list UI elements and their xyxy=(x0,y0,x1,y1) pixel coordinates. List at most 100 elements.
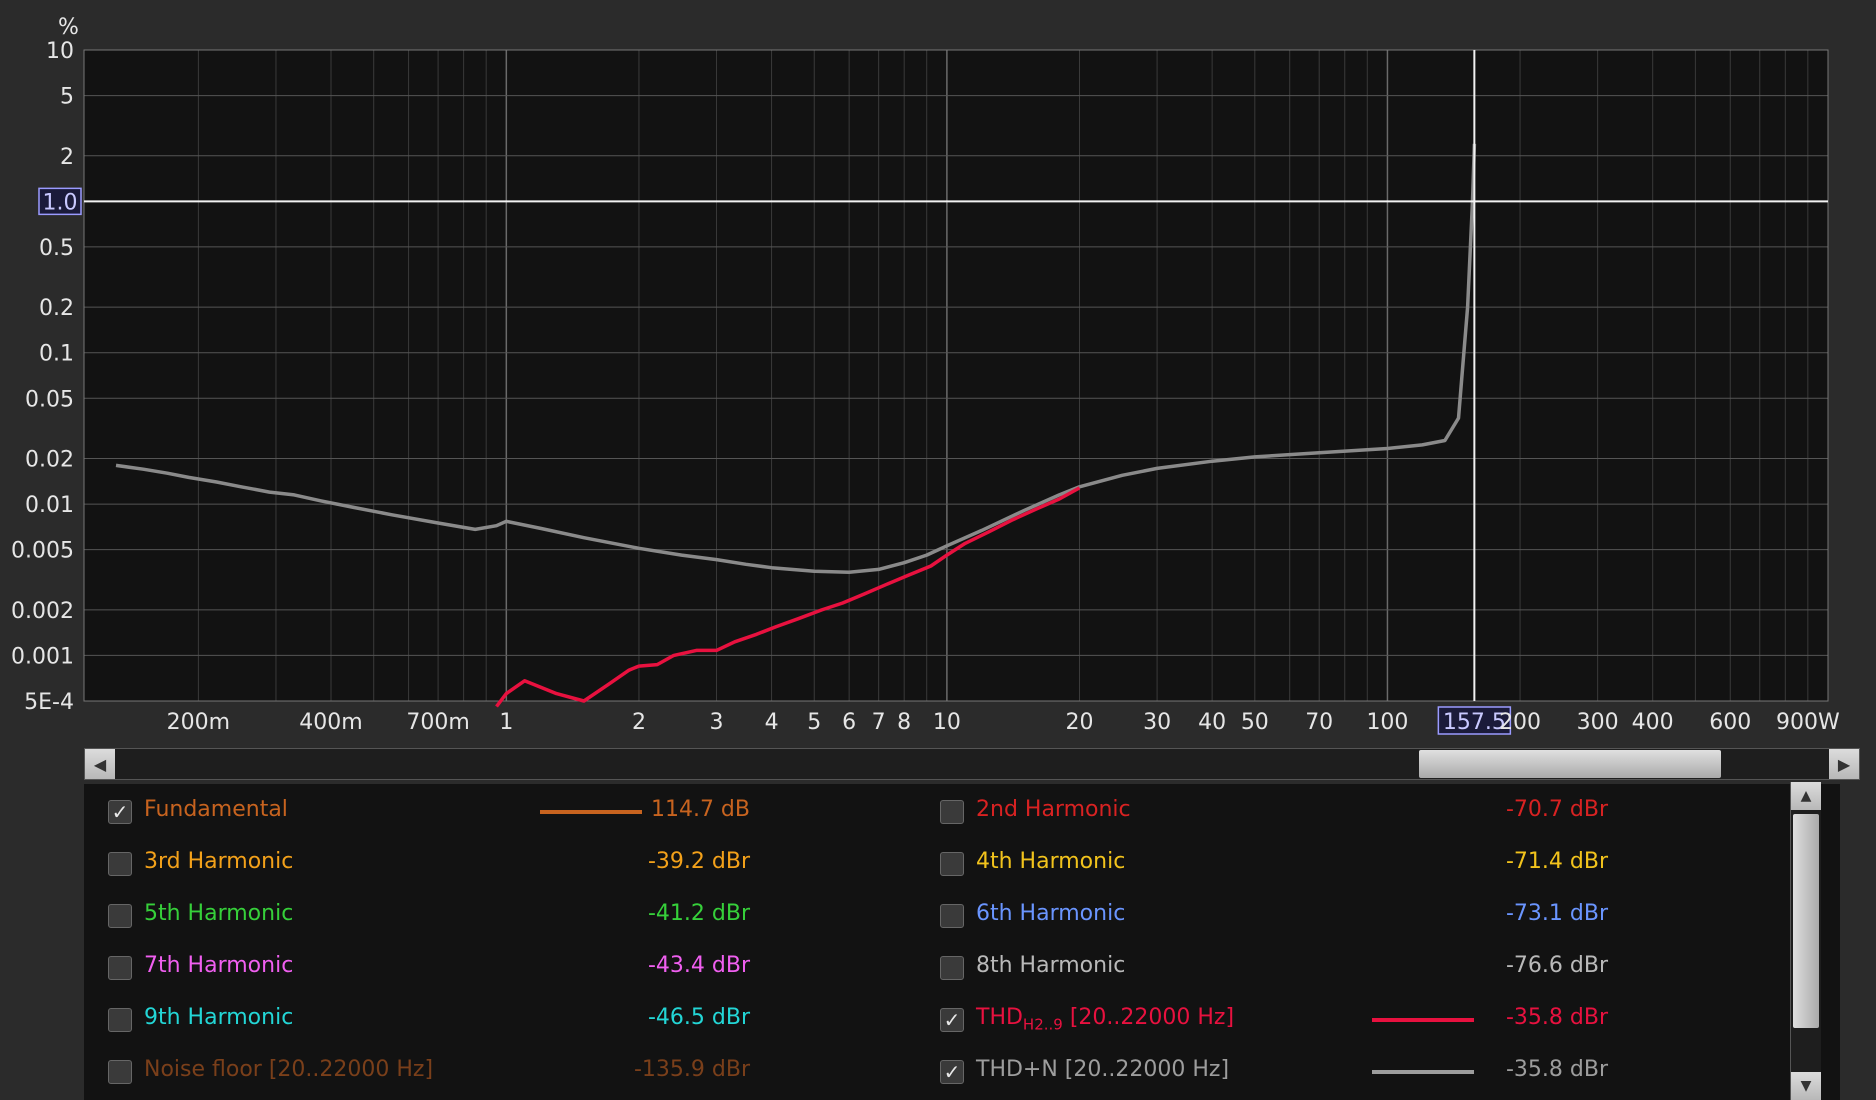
x-tick-label: 700m xyxy=(406,710,469,735)
scroll-up-button[interactable]: ▲ xyxy=(1791,782,1821,810)
scroll-left-button[interactable]: ◀ xyxy=(85,749,115,779)
legend-checkbox[interactable]: ✓ xyxy=(940,1008,964,1032)
scroll-thumb[interactable] xyxy=(1419,750,1721,778)
legend-label: 6th Harmonic xyxy=(976,901,1126,926)
arrow-down-icon: ▼ xyxy=(1800,1078,1812,1094)
legend-item[interactable]: ✓ THDH2..9 [20..22000 Hz] -35.8 dBr xyxy=(916,994,1736,1046)
y-tick-label: 5E-4 xyxy=(24,690,74,715)
legend-label-main: THD xyxy=(976,1005,1023,1030)
legend-checkbox[interactable] xyxy=(108,956,132,980)
legend-item[interactable]: 8th Harmonic -76.6 dBr xyxy=(916,942,1736,994)
distortion-chart[interactable]: 1.0 157.5 10 5 2 0.5 0.2 0.1 0.05 0.02 0.01 0.005 0… xyxy=(0,0,1876,745)
arrow-right-icon: ▶ xyxy=(1837,754,1851,774)
legend-value: -35.8 dBr xyxy=(1505,1057,1608,1082)
scroll-down-button[interactable]: ▼ xyxy=(1791,1072,1821,1100)
legend-label: 2nd Harmonic xyxy=(976,797,1131,822)
x-tick-label: 2 xyxy=(632,710,646,735)
legend-checkbox[interactable] xyxy=(108,904,132,928)
legend-checkbox[interactable]: ✓ xyxy=(940,1060,964,1084)
x-tick-label: 400 xyxy=(1632,710,1674,735)
x-tick-label: 50 xyxy=(1241,710,1269,735)
legend-value: -135.9 dBr xyxy=(633,1057,750,1082)
legend-checkbox[interactable] xyxy=(108,1060,132,1084)
legend-label: Noise floor [20..22000 Hz] xyxy=(144,1057,434,1082)
legend-value: 114.7 dB xyxy=(650,797,750,822)
legend-checkbox[interactable] xyxy=(940,800,964,824)
legend-item[interactable]: ✓ THD+N [20..22000 Hz] -35.8 dBr xyxy=(916,1046,1736,1098)
legend-scroll-thumb[interactable] xyxy=(1793,814,1819,1028)
legend-checkbox[interactable] xyxy=(108,852,132,876)
x-tick-label: 6 xyxy=(842,710,856,735)
x-tick-label: 600 xyxy=(1709,710,1751,735)
arrow-up-icon: ▲ xyxy=(1800,788,1812,804)
legend-label: 7th Harmonic xyxy=(144,953,294,978)
legend-item[interactable]: 9th Harmonic -46.5 dBr xyxy=(84,994,904,1046)
x-tick-label: 5 xyxy=(807,710,821,735)
legend-label: 8th Harmonic xyxy=(976,953,1126,978)
horizontal-scrollbar[interactable]: ◀ ▶ xyxy=(84,748,1860,780)
legend-item[interactable]: Noise floor [20..22000 Hz] -135.9 dBr xyxy=(84,1046,904,1098)
x-tick-label: 1 xyxy=(499,710,513,735)
legend-value: -73.1 dBr xyxy=(1505,901,1608,926)
legend-checkbox[interactable] xyxy=(940,904,964,928)
y-tick-label: 0.01 xyxy=(25,493,74,518)
legend-line-swatch xyxy=(1372,1018,1474,1022)
legend-label: 3rd Harmonic xyxy=(144,849,294,874)
legend-vertical-scrollbar[interactable]: ▲ ▼ xyxy=(1790,782,1821,1100)
legend-item[interactable]: 4th Harmonic -71.4 dBr xyxy=(916,838,1736,890)
y-tick-label: 0.002 xyxy=(11,599,74,624)
x-tick-label: 900W xyxy=(1776,710,1840,735)
x-tick-label: 3 xyxy=(710,710,724,735)
legend-item[interactable]: 5th Harmonic -41.2 dBr xyxy=(84,890,904,942)
legend-label-subscript: H2..9 xyxy=(1022,1015,1063,1034)
legend-value: -39.2 dBr xyxy=(647,849,750,874)
legend-value: -35.8 dBr xyxy=(1505,1005,1608,1030)
scroll-right-button[interactable]: ▶ xyxy=(1829,749,1859,779)
y-tick-label: 0.1 xyxy=(39,342,74,367)
legend-value: -41.2 dBr xyxy=(647,901,750,926)
x-tick-label: 200m xyxy=(167,710,230,735)
x-tick-label: 10 xyxy=(933,710,961,735)
legend-label: THDH2..9 [20..22000 Hz] xyxy=(976,1005,1234,1033)
y-tick-label: 0.05 xyxy=(25,387,74,412)
legend-label: 4th Harmonic xyxy=(976,849,1126,874)
x-tick-label: 100 xyxy=(1366,710,1408,735)
legend-item[interactable]: 3rd Harmonic -39.2 dBr xyxy=(84,838,904,890)
y-tick-label: 0.2 xyxy=(39,296,74,321)
legend-value: -70.7 dBr xyxy=(1505,797,1608,822)
x-tick-label: 20 xyxy=(1066,710,1094,735)
y-cursor-value: 1.0 xyxy=(43,190,78,215)
arrow-left-icon: ◀ xyxy=(93,754,107,774)
legend-panel: ✓ Fundamental 114.7 dB 2nd Harmonic -70.7 dB… xyxy=(84,784,1840,1100)
legend-value: -43.4 dBr xyxy=(647,953,750,978)
legend-label: 9th Harmonic xyxy=(144,1005,294,1030)
x-tick-label: 30 xyxy=(1143,710,1171,735)
legend-label-suffix: [20..22000 Hz] xyxy=(1062,1005,1235,1030)
legend-item[interactable]: 6th Harmonic -73.1 dBr xyxy=(916,890,1736,942)
legend-checkbox[interactable]: ✓ xyxy=(108,800,132,824)
y-tick-label: 0.02 xyxy=(25,448,74,473)
plot-background xyxy=(84,50,1828,701)
legend-value: -71.4 dBr xyxy=(1505,849,1608,874)
legend-checkbox[interactable] xyxy=(940,852,964,876)
legend-item[interactable]: 2nd Harmonic -70.7 dBr xyxy=(916,786,1736,838)
y-tick-label: 0.005 xyxy=(11,539,74,564)
y-tick-label: 0.5 xyxy=(39,236,74,261)
legend-checkbox[interactable] xyxy=(940,956,964,980)
y-cursor-label[interactable]: 1.0 xyxy=(38,187,82,215)
legend-item[interactable]: ✓ Fundamental 114.7 dB xyxy=(84,786,904,838)
y-tick-label: 5 xyxy=(60,85,74,110)
legend-value: -46.5 dBr xyxy=(647,1005,750,1030)
x-tick-label: 4 xyxy=(765,710,779,735)
x-tick-label: 40 xyxy=(1198,710,1226,735)
x-tick-label: 400m xyxy=(299,710,362,735)
legend-line-swatch xyxy=(1372,1070,1474,1074)
legend-checkbox[interactable] xyxy=(108,1008,132,1032)
legend-line-swatch xyxy=(540,810,642,814)
y-tick-label: 10 xyxy=(46,39,74,64)
x-tick-label: 70 xyxy=(1305,710,1333,735)
x-tick-label: 300 xyxy=(1577,710,1619,735)
legend-label: 5th Harmonic xyxy=(144,901,294,926)
legend-item[interactable]: 7th Harmonic -43.4 dBr xyxy=(84,942,904,994)
legend-label: THD+N [20..22000 Hz] xyxy=(976,1057,1230,1082)
